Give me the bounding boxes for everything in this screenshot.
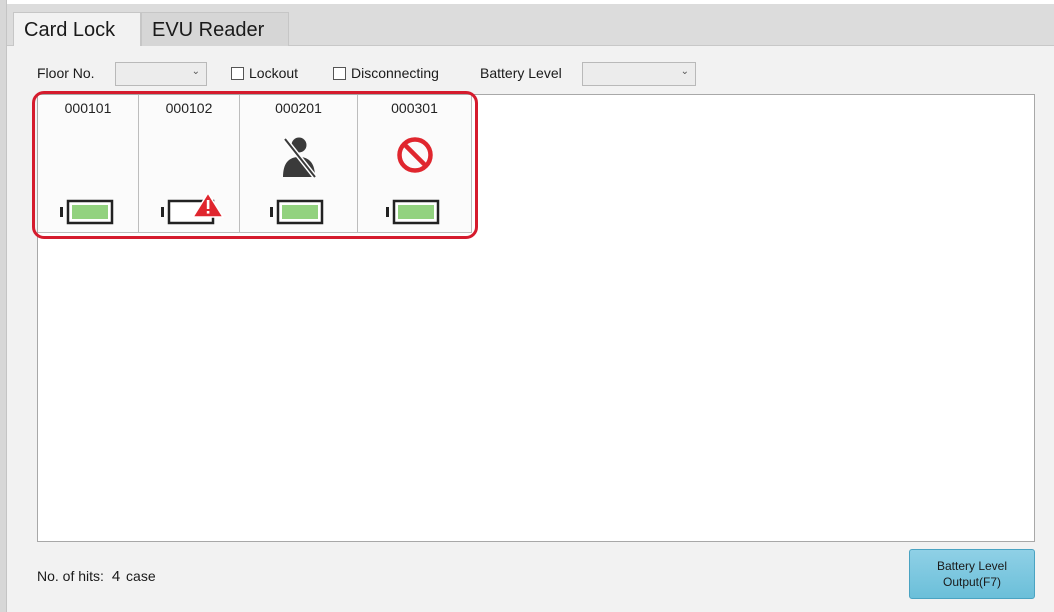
floor-select[interactable]: ⌄ [115,62,207,86]
lock-tile[interactable]: 000102 [139,95,240,233]
disconnecting-label: Disconnecting [351,65,439,81]
filter-bar: Floor No. ⌄ Lockout Disconnecting Batter… [7,60,1054,86]
lock-tile[interactable]: 000101 [38,95,139,233]
hits-count: 4 [111,568,121,585]
left-edge [0,0,7,612]
lock-list: 000101 000102 000201 000301 [37,94,1035,542]
export-label-line1: Battery Level [936,559,1008,573]
lock-number: 000201 [275,100,322,116]
person-disconnected-icon [282,137,317,179]
lock-number: 000101 [64,100,112,116]
lock-number: 000301 [391,100,438,116]
battery-level-select[interactable]: ⌄ [582,62,696,86]
floor-label: Floor No. [37,65,95,81]
disconnecting-checkbox[interactable] [333,66,346,80]
tab-evu-reader[interactable]: EVU Reader [141,12,289,46]
lock-number: 000102 [165,100,213,116]
battery-level-output-button[interactable]: Battery Level Output(F7) [909,549,1035,599]
tab-card-lock[interactable]: Card Lock [13,12,141,47]
battery-ok-icon [386,199,440,225]
lock-tile[interactable]: 000201 [240,95,358,233]
battery-ok-icon [60,199,114,225]
lockout-filter[interactable]: Lockout [231,65,298,81]
tab-content: Floor No. ⌄ Lockout Disconnecting Batter… [7,46,1054,612]
disconnecting-filter[interactable]: Disconnecting [333,65,439,81]
lock-status [139,135,239,179]
export-label-line2: Output(F7) [942,575,1002,589]
lockout-checkbox[interactable] [231,66,244,80]
battery-warning-icon [161,191,225,225]
lock-status [358,135,471,179]
lock-status [240,135,357,179]
lock-status [38,135,138,179]
battery-level-label: Battery Level [480,65,562,81]
lockout-label: Lockout [249,65,299,81]
card-lock-window: Card Lock EVU Reader Floor No. ⌄ Lockout… [7,4,1054,612]
hits-summary: No. of hits: 4 case [37,568,156,585]
lock-tile[interactable]: 000301 [358,95,472,233]
hits-label: No. of hits: [37,568,104,584]
prohibited-icon [396,137,433,173]
hits-unit: case [126,568,156,584]
tab-strip: Card Lock EVU Reader [7,4,1054,47]
battery-ok-icon [270,199,324,225]
chevron-down-icon: ⌄ [191,66,200,77]
chevron-down-icon: ⌄ [680,66,689,77]
